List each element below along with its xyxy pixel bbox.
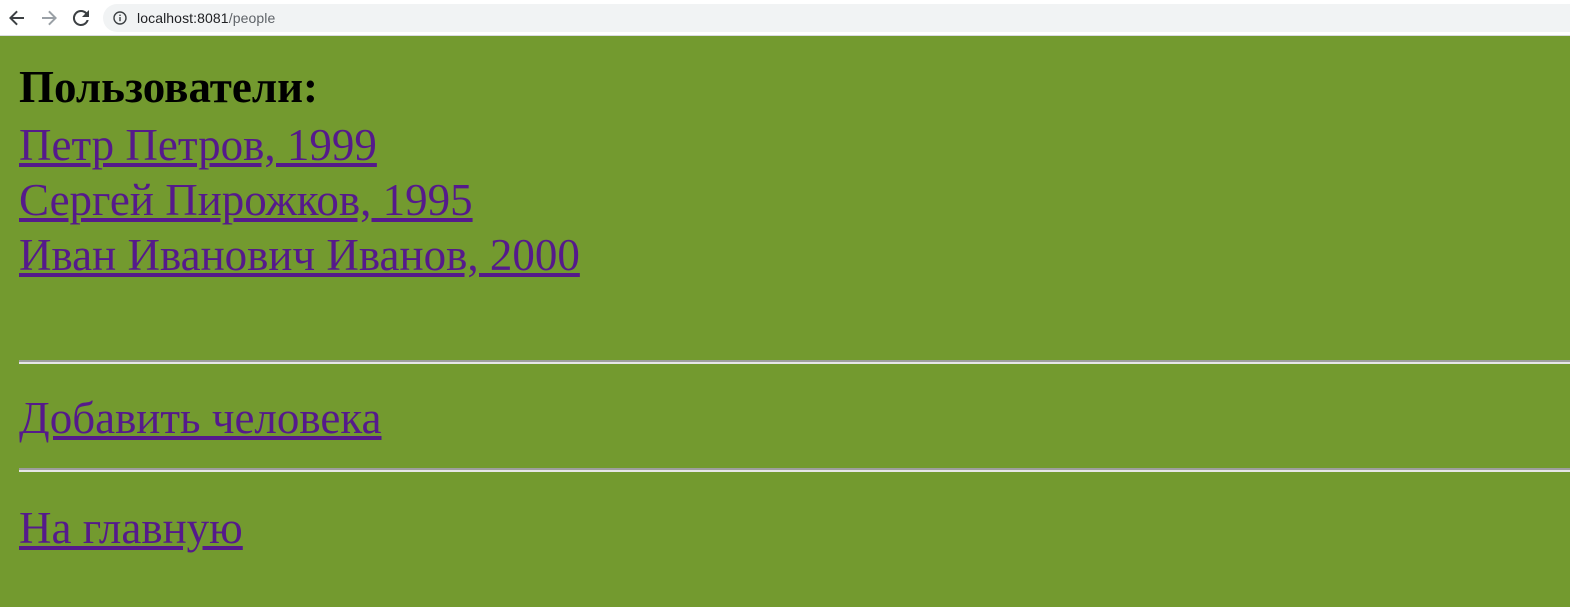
- horizontal-divider: [19, 468, 1570, 472]
- page-title: Пользователи:: [19, 62, 319, 112]
- info-icon[interactable]: [113, 11, 127, 25]
- horizontal-divider: [19, 360, 1570, 364]
- reload-button[interactable]: [69, 6, 93, 30]
- url-path: /people: [228, 10, 276, 26]
- url-host: localhost:8081: [137, 10, 229, 26]
- person-link[interactable]: Сергей Пирожков, 1995: [19, 178, 473, 223]
- person-link[interactable]: Петр Петров, 1999: [19, 123, 377, 168]
- address-bar[interactable]: localhost:8081/people: [103, 4, 1570, 32]
- browser-toolbar: localhost:8081/people: [0, 0, 1570, 36]
- arrow-right-icon: [42, 10, 57, 26]
- forward-button[interactable]: [37, 6, 61, 30]
- person-link[interactable]: Иван Иванович Иванов, 2000: [19, 233, 580, 278]
- home-link[interactable]: На главную: [19, 506, 243, 551]
- add-person-link[interactable]: Добавить человека: [19, 396, 382, 441]
- page-content: Пользователи: Петр Петров, 1999 Сергей П…: [0, 37, 1570, 607]
- url-text[interactable]: localhost:8081/people: [137, 10, 275, 26]
- back-button[interactable]: [5, 6, 29, 30]
- reload-icon: [72, 9, 89, 26]
- arrow-left-icon: [9, 10, 24, 26]
